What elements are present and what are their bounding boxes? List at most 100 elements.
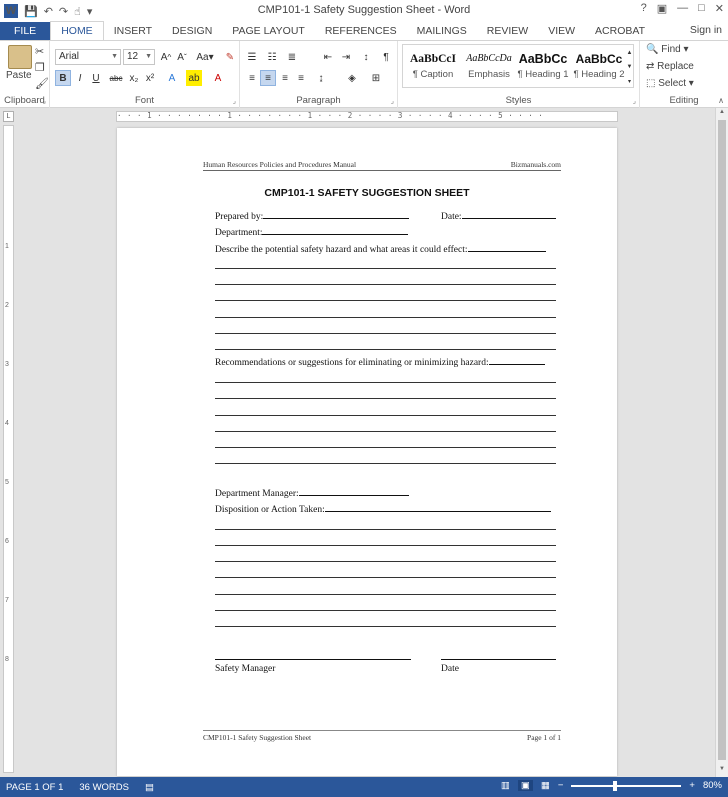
tab-home[interactable]: HOME [50,21,104,40]
superscript-button[interactable]: x² [142,70,158,86]
text-effects-icon[interactable]: A [164,70,180,86]
ruler-number: 7 [5,597,9,604]
document-page[interactable]: Human Resources Policies and Procedures … [117,128,617,776]
select-button[interactable]: ⬚ Select ▾ [646,78,694,89]
help-icon[interactable]: ? [641,2,647,15]
tab-page-layout[interactable]: PAGE LAYOUT [222,22,315,40]
proofing-icon[interactable]: ▤ [145,782,154,793]
header-right: Bizmanuals.com [510,160,561,169]
replace-icon: ⇄ [646,61,655,72]
answer-line [215,610,556,611]
format-painter-icon[interactable]: 🖌 [35,77,49,90]
vertical-scrollbar[interactable]: ▲ ▼ [715,108,728,777]
zoom-out-icon[interactable]: − [558,780,564,791]
borders-icon[interactable]: ⊞ [368,70,384,86]
word-count[interactable]: 36 WORDS [79,782,129,793]
styles-launcher-icon[interactable]: ⌟ [633,97,636,105]
justify-icon[interactable]: ≡ [293,70,309,86]
align-center-icon[interactable]: ≡ [260,70,276,86]
page-count[interactable]: PAGE 1 OF 1 [6,782,63,793]
numbering-icon[interactable]: ☷ [264,49,280,65]
grow-font-icon[interactable]: A ^ [158,49,174,65]
answer-line [215,268,556,269]
horizontal-ruler[interactable]: · · · 1 · · · · · · · 1 · · · · · · · 1 … [116,111,618,122]
answer-line [215,300,556,301]
clipboard-launcher-icon[interactable]: ⌟ [43,97,46,105]
scroll-thumb[interactable] [718,120,726,760]
align-right-icon[interactable]: ≡ [277,70,293,86]
zoom-slider[interactable] [571,780,682,791]
tab-review[interactable]: REVIEW [477,22,538,40]
gallery-more-icon[interactable]: ▾ [625,73,634,89]
web-layout-icon[interactable]: ▦ [541,780,550,791]
answer-line [215,577,556,578]
style-heading-1[interactable]: AaBbCc ¶ Heading 1 [515,47,571,87]
copy-icon[interactable]: ❐ [35,61,45,74]
answer-line [215,317,556,318]
clear-formatting-icon[interactable]: ✎ [222,49,238,65]
replace-button[interactable]: ⇄ Replace [646,61,694,72]
tab-references[interactable]: REFERENCES [315,22,407,40]
customize-icon[interactable]: ▾ [87,5,93,18]
collapse-ribbon-icon[interactable]: ∧ [718,96,724,105]
font-family-select[interactable]: Arial ▼ [55,49,121,65]
undo-icon[interactable]: ↶ [44,5,53,18]
paragraph-launcher-icon[interactable]: ⌟ [391,97,394,105]
zoom-in-icon[interactable]: + [689,780,695,791]
tab-selector-icon[interactable]: L [3,111,14,122]
tab-insert[interactable]: INSERT [104,22,162,40]
tab-file[interactable]: FILE [0,22,51,40]
subscript-button[interactable]: x₂ [126,70,142,86]
window-controls: ? ▣ — □ ✕ [641,2,724,15]
sign-in-link[interactable]: Sign in [690,24,722,36]
strikethrough-button[interactable]: abc [108,70,124,86]
paste-icon[interactable] [8,45,32,69]
italic-button[interactable]: I [72,70,88,86]
save-icon[interactable]: 💾 [24,5,38,18]
print-layout-icon[interactable]: ▣ [517,780,533,791]
scroll-up-icon[interactable]: ▲ [716,109,728,119]
close-icon[interactable]: ✕ [715,2,724,15]
shading-icon[interactable]: ◈ [344,70,360,86]
cut-icon[interactable]: ✂ [35,45,44,58]
increase-indent-icon[interactable]: ⇥ [338,49,354,65]
paste-button[interactable]: Paste [6,70,32,81]
maximize-icon[interactable]: □ [698,2,705,15]
multilevel-list-icon[interactable]: ≣ [284,49,300,65]
minimize-icon[interactable]: — [677,2,688,15]
font-color-icon[interactable]: A [210,70,226,86]
vertical-ruler[interactable]: 1 2 3 4 5 6 7 8 [3,125,14,773]
zoom-knob[interactable] [612,780,617,791]
style-heading-2[interactable]: AaBbCc ¶ Heading 2 [571,47,627,87]
align-left-icon[interactable]: ≡ [244,70,260,86]
touch-mode-icon[interactable]: ☝ [74,5,81,18]
style-emphasis[interactable]: AaBbCcDa Emphasis [461,47,517,87]
blank-line [467,243,546,252]
find-button[interactable]: 🔍 Find ▾ [646,44,689,55]
tab-design[interactable]: DESIGN [162,22,222,40]
change-case-icon[interactable]: Aa▾ [194,49,216,65]
zoom-level[interactable]: 80% [703,780,722,791]
ribbon-tabs: FILE HOME INSERT DESIGN PAGE LAYOUT REFE… [0,21,728,40]
font-size-select[interactable]: 12 ▼ [123,49,155,65]
highlight-color-icon[interactable]: ab [186,70,202,86]
shrink-font-icon[interactable]: Aˇ [174,49,190,65]
underline-button[interactable]: U [88,70,104,86]
ribbon-display-icon[interactable]: ▣ [657,2,667,15]
tab-acrobat[interactable]: ACROBAT [585,22,655,40]
read-mode-icon[interactable]: ▥ [501,780,510,791]
tab-view[interactable]: VIEW [538,22,585,40]
binoculars-icon: 🔍 [646,44,659,55]
font-launcher-icon[interactable]: ⌟ [233,97,236,105]
show-marks-icon[interactable]: ¶ [378,49,394,65]
sort-icon[interactable]: ↕ [358,49,374,65]
bold-button[interactable]: B [55,70,71,86]
style-caption[interactable]: AaBbCcI ¶ Caption [405,47,461,87]
line-spacing-icon[interactable]: ↨ [313,70,329,86]
disposition-field: Disposition or Action Taken: [215,503,551,515]
tab-mailings[interactable]: MAILINGS [407,22,477,40]
decrease-indent-icon[interactable]: ⇤ [320,49,336,65]
scroll-down-icon[interactable]: ▼ [716,766,728,776]
bullets-icon[interactable]: ☰ [244,49,260,65]
redo-icon[interactable]: ↷ [59,5,68,18]
